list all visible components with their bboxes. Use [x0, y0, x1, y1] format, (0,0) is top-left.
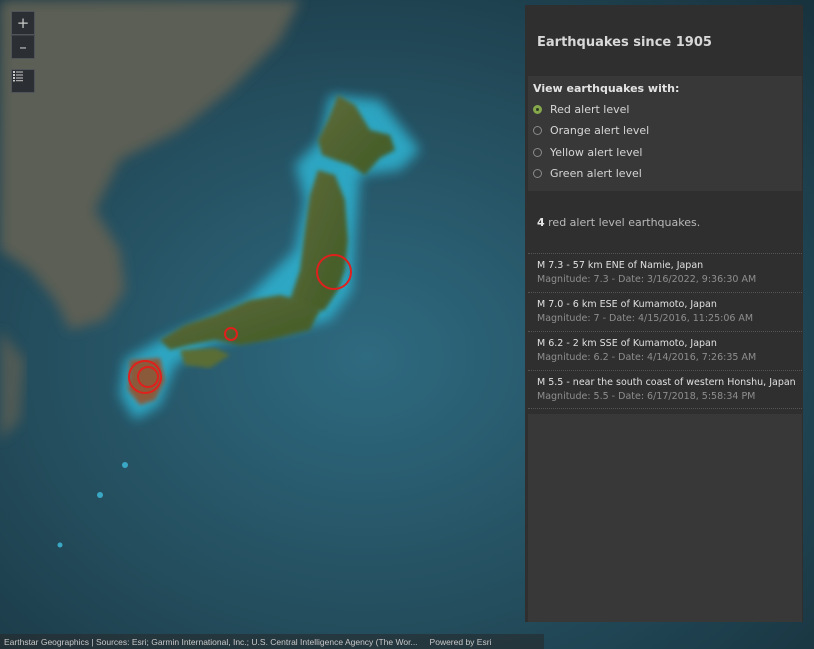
plus-icon: + — [16, 13, 30, 32]
list-item[interactable]: M 7.0 - 6 km ESE of Kumamoto, Japan Magn… — [528, 292, 802, 331]
radio-label: Orange alert level — [550, 124, 650, 137]
result-title: M 7.3 - 57 km ENE of Namie, Japan — [537, 260, 704, 271]
result-count-text: red alert level earthquakes. — [544, 216, 701, 229]
result-title: M 6.2 - 2 km SSE of Kumamoto, Japan — [537, 338, 717, 349]
result-subtitle: Magnitude: 7.3 - Date: 3/16/2022, 9:36:3… — [537, 274, 757, 285]
result-title: M 5.5 - near the south coast of western … — [537, 377, 796, 388]
list-icon — [13, 71, 23, 82]
list-item[interactable]: M 5.5 - near the south coast of western … — [528, 370, 802, 409]
radio-label: Yellow alert level — [550, 146, 643, 159]
radio-button-checked[interactable] — [533, 105, 542, 114]
result-title: M 7.0 - 6 km ESE of Kumamoto, Japan — [537, 299, 717, 310]
earthquake-panel: Earthquakes since 1905 View earthquakes … — [525, 5, 803, 622]
result-subtitle: Magnitude: 7 - Date: 4/15/2016, 11:25:06… — [537, 313, 754, 324]
list-item[interactable]: M 6.2 - 2 km SSE of Kumamoto, Japan Magn… — [528, 331, 802, 370]
filter-label: View earthquakes with: — [533, 82, 680, 95]
radio-label: Red alert level — [550, 103, 630, 116]
zoom-in-button[interactable]: + — [11, 11, 35, 35]
results-list: M 7.3 - 57 km ENE of Namie, Japan Magnit… — [528, 253, 802, 409]
results-empty-area — [528, 414, 802, 622]
result-count: 4 red alert level earthquakes. — [537, 216, 700, 229]
result-subtitle: Magnitude: 6.2 - Date: 4/14/2016, 7:26:3… — [537, 352, 757, 363]
radio-button[interactable] — [533, 126, 542, 135]
minus-icon: – — [19, 37, 27, 56]
powered-by-esri-link[interactable]: Powered by Esri — [430, 637, 492, 647]
panel-title: Earthquakes since 1905 — [537, 35, 712, 50]
result-count-number: 4 — [537, 216, 545, 229]
zoom-out-button[interactable]: – — [11, 35, 35, 59]
radio-orange-alert[interactable]: Orange alert level — [533, 124, 649, 137]
radio-yellow-alert[interactable]: Yellow alert level — [533, 146, 642, 159]
list-item[interactable]: M 7.3 - 57 km ENE of Namie, Japan Magnit… — [528, 253, 802, 292]
map-attribution: Earthstar Geographics | Sources: Esri; G… — [0, 634, 544, 649]
radio-green-alert[interactable]: Green alert level — [533, 167, 642, 180]
legend-button[interactable] — [11, 69, 35, 93]
radio-label: Green alert level — [550, 167, 642, 180]
radio-button[interactable] — [533, 169, 542, 178]
radio-button[interactable] — [533, 148, 542, 157]
attribution-sources[interactable]: Earthstar Geographics | Sources: Esri; G… — [4, 637, 418, 647]
alert-level-filter: View earthquakes with: Red alert level O… — [528, 76, 802, 191]
radio-red-alert[interactable]: Red alert level — [533, 103, 629, 116]
result-subtitle: Magnitude: 5.5 - Date: 6/17/2018, 5:58:3… — [537, 391, 756, 402]
